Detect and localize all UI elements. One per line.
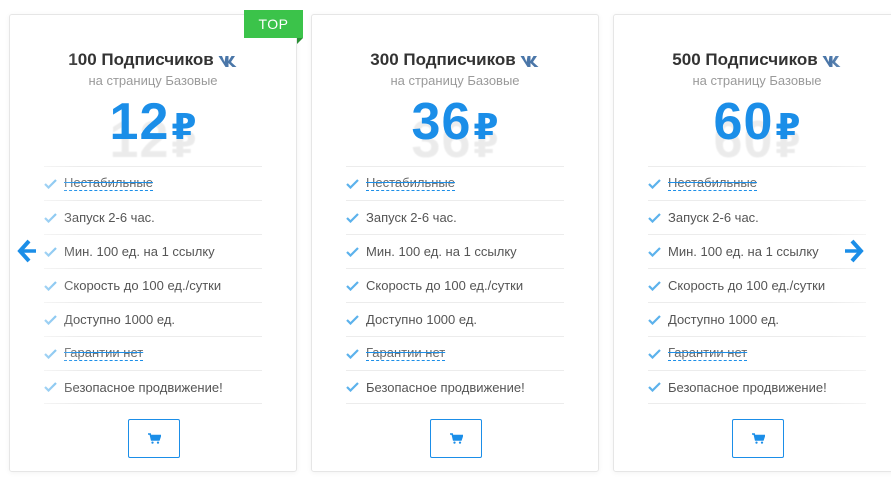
feature-item: Скорость до 100 ед./сутки bbox=[648, 268, 866, 302]
check-icon bbox=[648, 178, 661, 189]
feature-item: Гарантии нет bbox=[44, 336, 262, 370]
feature-item: Мин. 100 ед. на 1 ссылку bbox=[346, 234, 564, 268]
feature-item: Гарантии нет bbox=[648, 336, 866, 370]
feature-item: Гарантии нет bbox=[346, 336, 564, 370]
feature-item: Доступно 1000 ед. bbox=[648, 302, 866, 336]
add-to-cart-button[interactable] bbox=[128, 419, 180, 458]
feature-item: Доступно 1000 ед. bbox=[346, 302, 564, 336]
feature-item: Запуск 2-6 час. bbox=[648, 200, 866, 234]
prev-slide-button[interactable] bbox=[16, 238, 38, 264]
arrow-right-icon bbox=[845, 239, 864, 263]
feature-item: Мин. 100 ед. на 1 ссылку bbox=[648, 234, 866, 268]
cart-icon bbox=[147, 433, 161, 444]
price-value: 12 bbox=[109, 93, 170, 151]
check-icon bbox=[44, 382, 57, 392]
check-icon bbox=[648, 280, 661, 291]
check-icon bbox=[44, 314, 57, 325]
feature-item: Мин. 100 ед. на 1 ссылку bbox=[44, 234, 262, 268]
price-value: 36 bbox=[411, 93, 472, 151]
vk-icon bbox=[822, 56, 841, 67]
check-icon bbox=[346, 178, 359, 189]
price-value: 60 bbox=[713, 93, 774, 151]
check-icon bbox=[44, 178, 57, 189]
check-icon bbox=[346, 280, 359, 291]
check-icon bbox=[346, 314, 359, 325]
check-icon bbox=[648, 382, 661, 392]
check-icon bbox=[44, 246, 57, 257]
check-icon bbox=[44, 212, 57, 223]
check-icon bbox=[648, 246, 661, 257]
plan-price: 36₽ 36₽ bbox=[312, 91, 598, 171]
plan-title: 100 Подписчиков bbox=[10, 50, 296, 70]
cart-icon bbox=[751, 433, 765, 444]
pricing-carousel: 100 Подписчиков на страницу Базовые 12₽ … bbox=[0, 0, 891, 483]
check-icon bbox=[44, 280, 57, 291]
feature-item: Запуск 2-6 час. bbox=[346, 200, 564, 234]
price-currency: ₽ bbox=[171, 106, 197, 147]
check-icon bbox=[44, 348, 57, 359]
pricing-card-300: 300 Подписчиков на страницу Базовые 36₽ … bbox=[311, 14, 599, 472]
next-slide-button[interactable] bbox=[843, 238, 865, 264]
check-icon bbox=[648, 348, 661, 359]
plan-title: 300 Подписчиков bbox=[312, 50, 598, 70]
plan-title: 500 Подписчиков bbox=[614, 50, 891, 70]
price-currency: ₽ bbox=[775, 106, 801, 147]
feature-list: Нестабильные Запуск 2-6 час. Мин. 100 ед… bbox=[648, 166, 866, 404]
plan-price: 60₽ 60₽ bbox=[614, 91, 891, 171]
check-icon bbox=[648, 212, 661, 223]
check-icon bbox=[346, 246, 359, 257]
check-icon bbox=[346, 382, 359, 392]
check-icon bbox=[648, 314, 661, 325]
feature-list: Нестабильные Запуск 2-6 час. Мин. 100 ед… bbox=[44, 166, 262, 404]
feature-item: Безопасное продвижение! bbox=[648, 370, 866, 404]
feature-item: Безопасное продвижение! bbox=[346, 370, 564, 404]
plan-subtitle: на страницу Базовые bbox=[390, 73, 520, 88]
plan-subtitle: на страницу Базовые bbox=[88, 73, 218, 88]
add-to-cart-button[interactable] bbox=[732, 419, 784, 458]
check-icon bbox=[346, 212, 359, 223]
feature-item: Запуск 2-6 час. bbox=[44, 200, 262, 234]
price-currency: ₽ bbox=[473, 106, 499, 147]
feature-item: Скорость до 100 ед./сутки bbox=[346, 268, 564, 302]
plan-subtitle: на страницу Базовые bbox=[692, 73, 822, 88]
pricing-card-100: 100 Подписчиков на страницу Базовые 12₽ … bbox=[9, 14, 297, 472]
vk-icon bbox=[520, 56, 539, 67]
add-to-cart-button[interactable] bbox=[430, 419, 482, 458]
check-icon bbox=[346, 348, 359, 359]
plan-price: 12₽ 12₽ bbox=[10, 91, 296, 171]
vk-icon bbox=[218, 56, 237, 67]
top-badge: TOP bbox=[244, 10, 303, 44]
cart-icon bbox=[449, 433, 463, 444]
feature-item: Доступно 1000 ед. bbox=[44, 302, 262, 336]
feature-list: Нестабильные Запуск 2-6 час. Мин. 100 ед… bbox=[346, 166, 564, 404]
feature-item: Скорость до 100 ед./сутки bbox=[44, 268, 262, 302]
feature-item: Безопасное продвижение! bbox=[44, 370, 262, 404]
arrow-left-icon bbox=[17, 239, 36, 263]
